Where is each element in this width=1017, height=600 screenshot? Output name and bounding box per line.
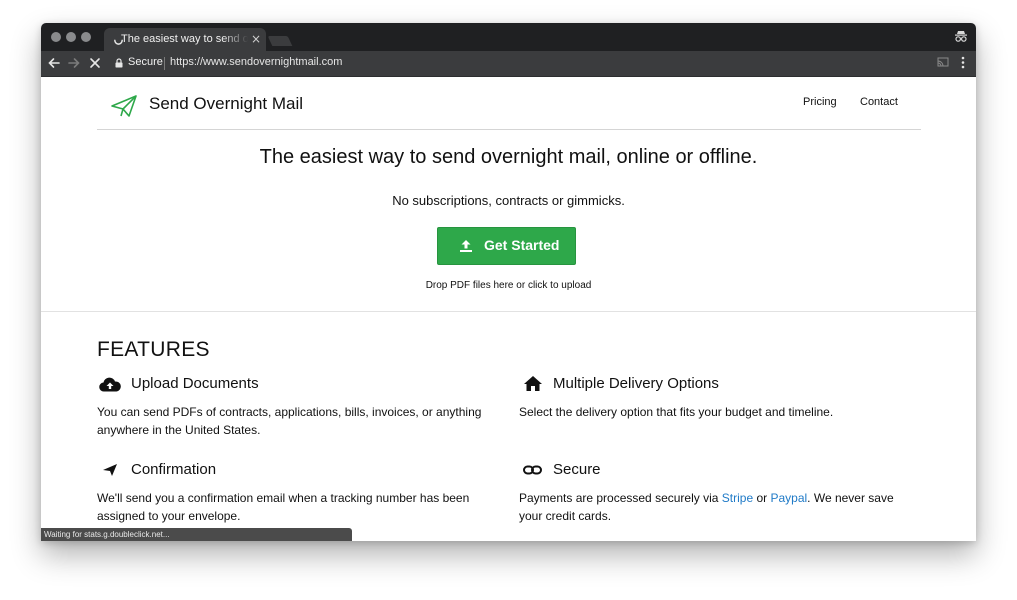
secure-desc-text-2: or [753,491,771,505]
paper-plane-icon [103,464,117,476]
paypal-link[interactable]: Paypal [770,491,807,505]
tab-close-icon[interactable]: × [251,32,261,46]
feature-confirmation-desc: We'll send you a confirmation email when… [97,491,470,523]
tab-title: The easiest way to send overnight mail [121,33,248,45]
hero-subtitle: No subscriptions, contracts or gimmicks. [392,193,625,208]
feature-upload-desc: You can send PDFs of contracts, applicat… [97,405,482,437]
browser-window: The easiest way to send overnight mail × [41,23,976,541]
stripe-link[interactable]: Stripe [722,491,753,505]
feature-delivery-desc: Select the delivery option that fits you… [519,405,834,419]
get-started-label: Get Started [484,237,560,253]
browser-menu-icon[interactable] [961,56,965,69]
nav-pricing-link[interactable]: Pricing [803,96,837,108]
hero-title: The easiest way to send overnight mail, … [259,146,758,168]
feature-secure-title: Secure [553,461,601,478]
browser-tab[interactable]: The easiest way to send overnight mail × [104,28,266,51]
window-maximize-button[interactable] [81,32,91,42]
stop-loading-icon[interactable] [87,55,103,71]
forward-arrow-icon[interactable] [66,55,82,71]
status-bar: Waiting for stats.g.doubleclick.net... [41,528,352,541]
feature-confirmation-title: Confirmation [131,461,217,478]
section-divider [41,311,976,312]
address-separator [164,57,165,70]
back-arrow-icon[interactable] [46,55,62,71]
feature-upload-title: Upload Documents [131,375,259,392]
cast-icon[interactable] [937,57,949,67]
secure-desc-text-1: Payments are processed securely via [519,491,722,505]
home-icon [524,376,542,391]
browser-titlebar: The easiest way to send overnight mail × [41,23,976,51]
get-started-button[interactable]: Get Started [437,227,576,265]
upload-icon [460,240,472,252]
features-heading: FEATURES [97,338,210,361]
brand-name[interactable]: Send Overnight Mail [149,94,303,114]
browser-toolbar: Secure https://www.sendovernightmail.com [41,51,976,77]
page-viewport: Send Overnight Mail Pricing Contact The … [41,77,976,541]
cloud-upload-icon [99,377,121,392]
lock-icon [115,58,123,68]
nav-contact-link[interactable]: Contact [860,96,898,108]
secure-label: Secure [128,56,163,68]
paper-plane-logo-icon[interactable] [111,95,137,117]
incognito-icon [955,31,967,42]
url-text[interactable]: https://www.sendovernightmail.com [170,56,342,68]
drop-hint[interactable]: Drop PDF files here or click to upload [41,280,976,291]
window-minimize-button[interactable] [66,32,76,42]
feature-secure-desc: Payments are processed securely via Stri… [519,489,919,525]
address-bar[interactable]: Secure https://www.sendovernightmail.com [109,53,929,74]
site-header: Send Overnight Mail Pricing Contact [97,77,921,130]
new-tab-button[interactable] [267,36,293,46]
status-text: Waiting for stats.g.doubleclick.net... [44,530,170,539]
link-icon [523,465,542,475]
feature-delivery-title: Multiple Delivery Options [553,375,719,392]
window-close-button[interactable] [51,32,61,42]
